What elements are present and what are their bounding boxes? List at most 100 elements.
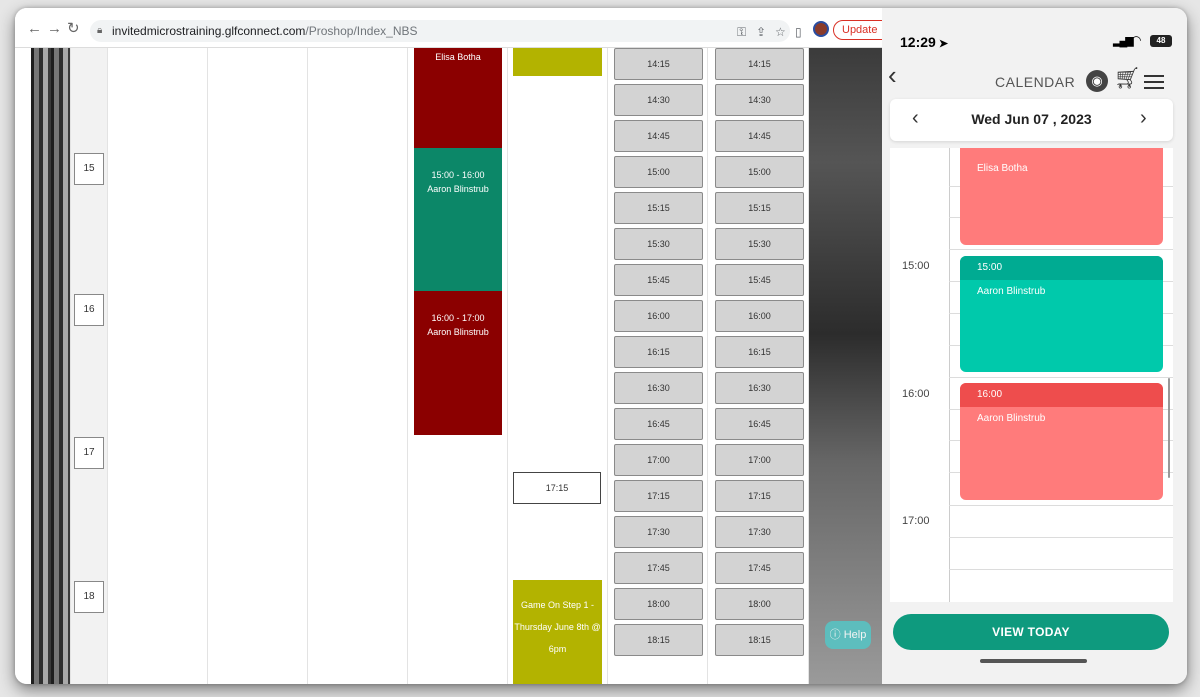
hour-label: 18 xyxy=(74,581,104,613)
tee-time-slot[interactable]: 18:15 xyxy=(614,624,703,656)
booking-event[interactable]: Elisa Botha xyxy=(414,48,502,148)
star-icon[interactable]: ☆ xyxy=(775,25,786,39)
back-arrow-icon[interactable]: ← xyxy=(27,21,42,36)
event-title: Game On Step 1 - xyxy=(520,600,595,610)
help-button[interactable]: ⓘ Help xyxy=(825,621,871,649)
browser-window: ← → ↻ 🔒︎ invitedmicrostraining.glfconnec… xyxy=(15,8,882,684)
booking-event[interactable]: 16:00 - 17:00 Aaron Blinstrub xyxy=(414,291,502,435)
share-icon[interactable]: ⇪ xyxy=(756,25,766,39)
tee-time-slot[interactable]: 14:15 xyxy=(614,48,703,80)
event-name: Aaron Blinstrub xyxy=(977,286,1046,297)
time-label: 16:00 xyxy=(902,388,930,400)
wifi-icon: ◠ xyxy=(1131,33,1142,47)
tee-time-slot[interactable]: 18:15 xyxy=(715,624,804,656)
profile-avatar[interactable] xyxy=(813,21,829,37)
home-indicator[interactable] xyxy=(980,659,1087,663)
tee-time-slot[interactable]: 17:45 xyxy=(715,552,804,584)
tee-time-slot[interactable]: 16:15 xyxy=(614,336,703,368)
reload-icon[interactable]: ↻ xyxy=(67,21,80,36)
column-divider xyxy=(607,48,608,684)
selected-time-slot[interactable]: 17:15 xyxy=(513,472,601,504)
event-name: Aaron Blinstrub xyxy=(427,327,489,337)
event-name: Elisa Botha xyxy=(435,52,481,62)
event-time: 15:00 xyxy=(960,256,1163,280)
signal-icon: ▂▄▆ xyxy=(1113,35,1134,47)
tee-time-slot[interactable]: 15:15 xyxy=(715,192,804,224)
view-today-button[interactable]: VIEW TODAY xyxy=(893,614,1169,650)
hour-label: 15 xyxy=(74,153,104,185)
tee-time-slot[interactable]: 16:30 xyxy=(715,372,804,404)
event-block[interactable]: Game On Step 1 - Thursday June 8th @ 6pm xyxy=(513,580,602,684)
tee-time-slot[interactable]: 17:00 xyxy=(614,444,703,476)
tee-time-slot[interactable]: 17:00 xyxy=(715,444,804,476)
tee-time-slot[interactable]: 14:45 xyxy=(614,120,703,152)
tee-time-slot[interactable]: 18:00 xyxy=(614,588,703,620)
event-card[interactable]: Elisa Botha xyxy=(960,148,1163,245)
selected-date: Wed Jun 07 , 2023 xyxy=(971,111,1092,127)
palette-icon[interactable]: ◉ xyxy=(1086,70,1108,92)
forward-arrow-icon[interactable]: → xyxy=(47,21,62,36)
tee-time-slot[interactable]: 16:00 xyxy=(614,300,703,332)
time-label: 15:00 xyxy=(902,260,930,272)
back-chevron-icon[interactable]: ‹ xyxy=(888,62,897,88)
grid-line xyxy=(949,505,1173,506)
tee-time-slot[interactable]: 14:45 xyxy=(715,120,804,152)
status-bar: 12:29 ➤ ▂▄▆ ◠ 48 xyxy=(882,8,1187,50)
tee-time-slot[interactable]: 14:15 xyxy=(715,48,804,80)
key-icon[interactable]: ⚿ xyxy=(737,25,746,40)
tee-time-slot[interactable]: 15:00 xyxy=(715,156,804,188)
event-title: 6pm xyxy=(548,644,567,654)
lock-icon: 🔒︎ xyxy=(97,25,103,36)
url-text: invitedmicrostraining.glfconnect.com/Pro… xyxy=(112,24,418,38)
next-day-icon[interactable]: › xyxy=(1140,108,1147,128)
tee-time-slot[interactable]: 14:30 xyxy=(614,84,703,116)
app-header: ‹ CALENDAR ◉ 🛒︎ xyxy=(882,56,1187,96)
event-card[interactable]: 15:00 Aaron Blinstrub xyxy=(960,256,1163,372)
tee-time-slot[interactable]: 15:45 xyxy=(614,264,703,296)
status-time: 12:29 ➤ xyxy=(900,34,949,50)
address-bar[interactable]: 🔒︎ invitedmicrostraining.glfconnect.com/… xyxy=(90,20,790,42)
column-divider xyxy=(707,48,708,684)
column-divider xyxy=(307,48,308,684)
tee-time-slot[interactable]: 16:45 xyxy=(715,408,804,440)
tee-time-slot[interactable]: 16:30 xyxy=(614,372,703,404)
cart-icon[interactable]: 🛒︎ xyxy=(1114,68,1141,89)
grid-line xyxy=(949,249,1173,250)
event-name: Aaron Blinstrub xyxy=(427,184,489,194)
tee-time-slot[interactable]: 16:15 xyxy=(715,336,804,368)
tee-time-slot[interactable]: 17:30 xyxy=(715,516,804,548)
booking-event[interactable]: 15:00 - 16:00 Aaron Blinstrub xyxy=(414,148,502,291)
tee-time-slot[interactable]: 15:15 xyxy=(614,192,703,224)
column-divider xyxy=(808,48,809,684)
column-divider xyxy=(407,48,408,684)
hour-label: 17 xyxy=(74,437,104,469)
tee-time-slot[interactable]: 15:45 xyxy=(715,264,804,296)
event-title: Thursday June 8th @ xyxy=(514,622,601,632)
date-selector: ‹ Wed Jun 07 , 2023 › xyxy=(890,99,1173,141)
tee-time-slot[interactable]: 15:00 xyxy=(614,156,703,188)
tee-time-slot[interactable]: 17:15 xyxy=(715,480,804,512)
phone-screen: 12:29 ➤ ▂▄▆ ◠ 48 ‹ CALENDAR ◉ 🛒︎ ‹ Wed Ju… xyxy=(882,8,1187,684)
update-button[interactable]: Update⋮ xyxy=(833,20,882,40)
event-name: Elisa Botha xyxy=(977,163,1028,174)
tee-time-slot[interactable]: 16:00 xyxy=(715,300,804,332)
tee-time-slot[interactable]: 17:45 xyxy=(614,552,703,584)
sidebar-icon[interactable]: ▯ xyxy=(795,25,802,39)
event-block[interactable] xyxy=(513,48,602,76)
tee-time-slot[interactable]: 17:30 xyxy=(614,516,703,548)
tee-time-slot[interactable]: 15:30 xyxy=(715,228,804,260)
event-time: 15:00 - 16:00 xyxy=(431,170,485,180)
screenshot-frame: ← → ↻ 🔒︎ invitedmicrostraining.glfconnec… xyxy=(15,8,1187,684)
tee-time-slot[interactable]: 18:00 xyxy=(715,588,804,620)
tee-time-slot[interactable]: 15:30 xyxy=(614,228,703,260)
tee-time-slot[interactable]: 14:30 xyxy=(715,84,804,116)
location-arrow-icon: ➤ xyxy=(938,38,949,50)
scrollbar[interactable] xyxy=(1168,378,1170,478)
grid-line xyxy=(949,569,1173,570)
tee-time-slot[interactable]: 17:15 xyxy=(614,480,703,512)
hamburger-menu-icon[interactable] xyxy=(1144,75,1164,89)
column-divider xyxy=(107,48,108,684)
tee-time-slot[interactable]: 16:45 xyxy=(614,408,703,440)
hour-label: 16 xyxy=(74,294,104,326)
event-card[interactable]: 16:00 Aaron Blinstrub xyxy=(960,383,1163,500)
